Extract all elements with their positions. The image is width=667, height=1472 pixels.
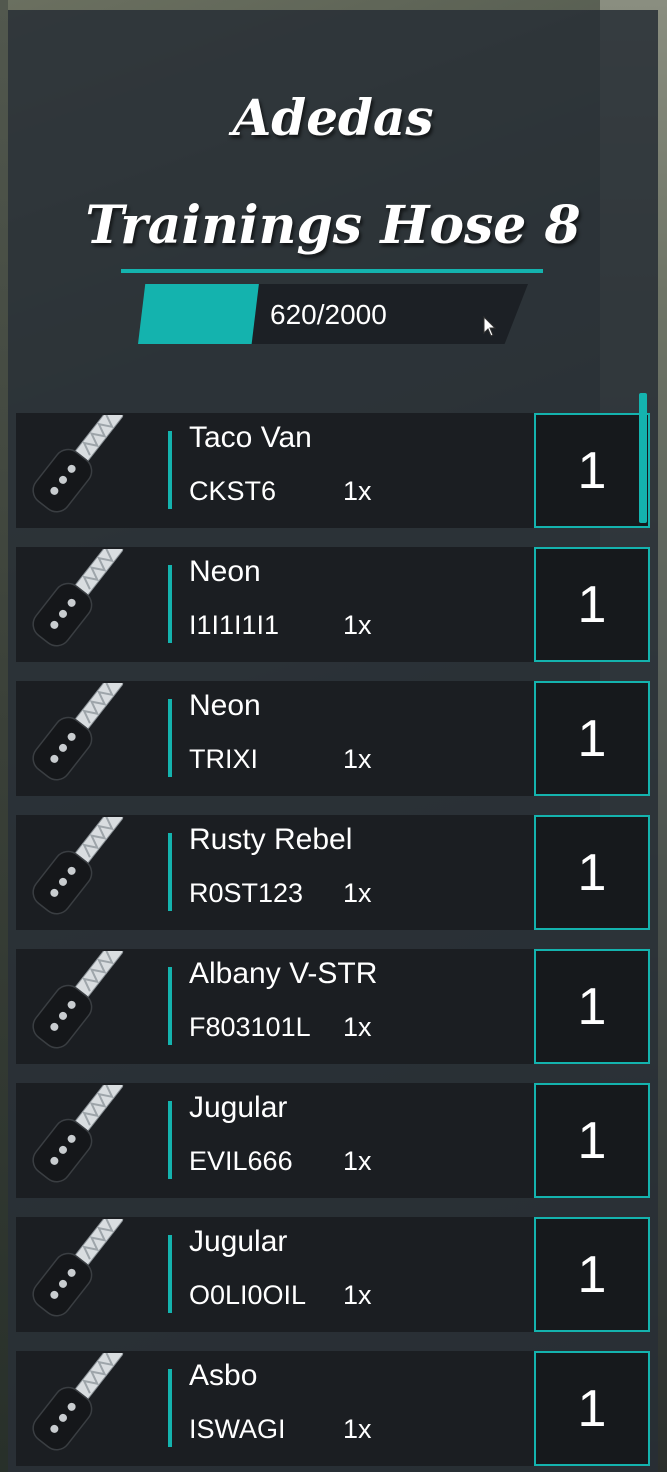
item-plate: ISWAGI bbox=[189, 1414, 286, 1444]
car-key-icon bbox=[32, 817, 124, 915]
item-plate: TRIXI bbox=[189, 744, 259, 774]
item-plate: F803101L bbox=[189, 1012, 311, 1042]
list-item[interactable]: Rusty Rebel R0ST123 1x 1 bbox=[16, 815, 650, 930]
amount-input[interactable]: 1 bbox=[534, 1083, 650, 1198]
car-key-icon bbox=[32, 1085, 124, 1183]
accent-bar bbox=[168, 967, 172, 1045]
amount-input[interactable]: 1 bbox=[534, 1217, 650, 1332]
amount-input[interactable]: 1 bbox=[534, 681, 650, 796]
car-key-icon bbox=[32, 951, 124, 1049]
item-quantity: 1x bbox=[343, 1012, 372, 1042]
weight-progress-bar: 620/2000 bbox=[138, 284, 528, 344]
list-item[interactable]: Neon I1I1I1I1 1x 1 bbox=[16, 547, 650, 662]
item-quantity: 1x bbox=[343, 476, 372, 506]
title-line-2: Trainings Hose 8 bbox=[85, 195, 581, 256]
mouse-cursor-icon bbox=[483, 316, 497, 337]
accent-bar bbox=[168, 833, 172, 911]
item-name: Jugular bbox=[189, 1225, 288, 1258]
item-quantity: 1x bbox=[343, 744, 372, 774]
amount-input[interactable]: 1 bbox=[534, 547, 650, 662]
item-list: Taco Van CKST6 1x 1 Neon I1I1I1I1 1x 1 N… bbox=[16, 413, 650, 1472]
accent-bar bbox=[168, 699, 172, 777]
item-quantity: 1x bbox=[343, 610, 372, 640]
item-quantity: 1x bbox=[343, 1146, 372, 1176]
accent-bar bbox=[168, 1369, 172, 1447]
list-item[interactable]: Neon TRIXI 1x 1 bbox=[16, 681, 650, 796]
car-key-icon bbox=[32, 1353, 124, 1451]
progress-label: 620/2000 bbox=[270, 299, 387, 330]
item-quantity: 1x bbox=[343, 1280, 372, 1310]
list-item[interactable]: Asbo ISWAGI 1x 1 bbox=[16, 1351, 650, 1466]
item-plate: I1I1I1I1 bbox=[189, 610, 280, 640]
item-name: Neon bbox=[189, 555, 261, 588]
amount-input[interactable]: 1 bbox=[534, 815, 650, 930]
car-key-icon bbox=[32, 1219, 124, 1317]
title-underline bbox=[121, 269, 543, 273]
amount-input[interactable]: 1 bbox=[534, 1351, 650, 1466]
item-plate: EVIL666 bbox=[189, 1146, 293, 1176]
car-key-icon bbox=[32, 683, 124, 781]
car-key-icon bbox=[32, 549, 124, 647]
background-left-strip bbox=[0, 0, 8, 1472]
list-item[interactable]: Jugular O0LI0OIL 1x 1 bbox=[16, 1217, 650, 1332]
item-plate: O0LI0OIL bbox=[189, 1280, 307, 1310]
item-plate: R0ST123 bbox=[189, 878, 304, 908]
list-item[interactable]: Albany V-STR F803101L 1x 1 bbox=[16, 949, 650, 1064]
list-item[interactable]: Jugular EVIL666 1x 1 bbox=[16, 1083, 650, 1198]
item-name: Albany V-STR bbox=[189, 957, 378, 990]
amount-input[interactable]: 1 bbox=[534, 949, 650, 1064]
accent-bar bbox=[168, 431, 172, 509]
amount-input[interactable]: 1 bbox=[534, 413, 650, 528]
accent-bar bbox=[168, 1101, 172, 1179]
car-key-icon bbox=[32, 415, 124, 513]
progress-fill bbox=[138, 284, 259, 344]
item-name: Taco Van bbox=[189, 421, 312, 454]
scrollbar-thumb[interactable] bbox=[639, 393, 647, 523]
item-name: Rusty Rebel bbox=[189, 823, 353, 856]
item-quantity: 1x bbox=[343, 1414, 372, 1444]
item-name: Asbo bbox=[189, 1359, 258, 1392]
item-name: Jugular bbox=[189, 1091, 288, 1124]
title-line-1: Adedas bbox=[232, 88, 434, 147]
accent-bar bbox=[168, 565, 172, 643]
item-quantity: 1x bbox=[343, 878, 372, 908]
item-name: Neon bbox=[189, 689, 261, 722]
accent-bar bbox=[168, 1235, 172, 1313]
item-plate: CKST6 bbox=[189, 476, 277, 506]
list-item[interactable]: Taco Van CKST6 1x 1 bbox=[16, 413, 650, 528]
inventory-panel: Adedas Trainings Hose 8 620/2000 Taco Va… bbox=[8, 10, 658, 1472]
